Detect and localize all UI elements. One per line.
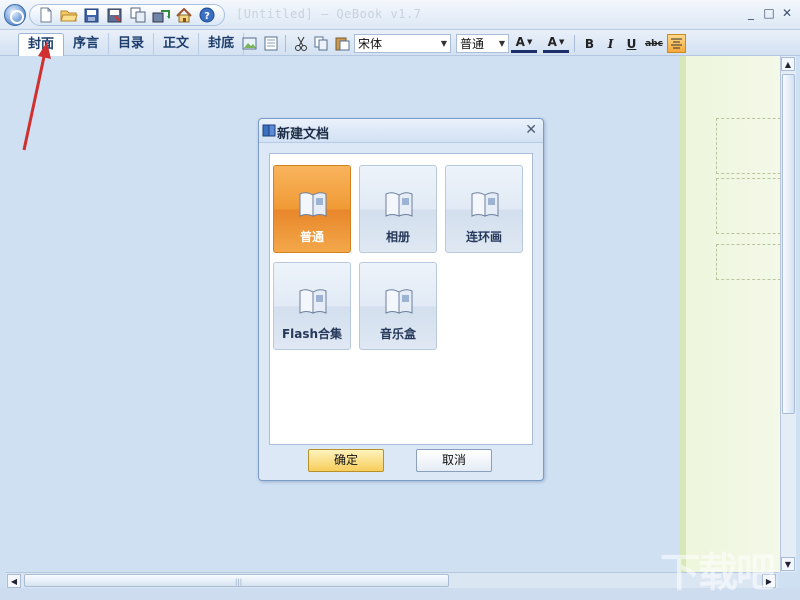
annotation-arrow-icon: [18, 40, 58, 155]
home-button[interactable]: [174, 6, 193, 24]
horizontal-scroll-thumb[interactable]: |||: [24, 574, 449, 587]
window-title: [Untitled] — QeBook v1.7: [236, 7, 421, 21]
template-label: 音乐盒: [360, 325, 436, 342]
new-document-dialog: 新建文档 ✕ 普通 相册 连环画 Flash合集 音乐盒 确定 取消: [258, 118, 544, 481]
page-icon: [264, 36, 278, 51]
chevron-down-icon: ▼: [441, 39, 447, 48]
cut-button[interactable]: [291, 34, 310, 53]
publish-button[interactable]: [151, 6, 170, 24]
template-list: 普通 相册 连环画 Flash合集 音乐盒: [269, 153, 533, 445]
highlight-color-button[interactable]: A▼: [543, 34, 569, 53]
thumbnail-slot[interactable]: [716, 178, 786, 234]
dialog-title-bar: 新建文档 ✕: [259, 119, 543, 143]
vertical-scroll-thumb[interactable]: [782, 74, 795, 414]
dialog-close-button[interactable]: ✕: [525, 122, 537, 138]
template-label: 相册: [360, 228, 436, 245]
book-icon: [299, 288, 327, 314]
open-button[interactable]: [59, 6, 78, 24]
strikethrough-button[interactable]: abc: [643, 34, 665, 53]
align-button[interactable]: [667, 34, 686, 53]
thumbnail-slot[interactable]: [716, 244, 786, 280]
book-icon: [471, 191, 499, 217]
watermark: 下载吧: [660, 540, 774, 598]
insert-page-button[interactable]: [261, 34, 280, 53]
ok-button[interactable]: 确定: [308, 449, 384, 472]
book-icon: [299, 191, 327, 217]
book-icon: [262, 123, 276, 137]
template-label: Flash合集: [274, 325, 350, 342]
align-center-icon: [670, 37, 683, 50]
help-icon: ?: [199, 7, 215, 23]
tab-back-cover[interactable]: 封底: [199, 33, 244, 56]
minimize-button[interactable]: _: [744, 6, 758, 20]
font-color-icon: A: [516, 35, 525, 49]
font-style-value: 普通: [460, 35, 484, 52]
svg-text:?: ?: [204, 11, 210, 22]
save-as-button[interactable]: [105, 6, 124, 24]
scroll-left-icon[interactable]: ◀: [7, 574, 21, 588]
bold-button[interactable]: B: [580, 34, 599, 53]
app-menu-button[interactable]: [4, 4, 26, 26]
copy-button[interactable]: [128, 6, 147, 24]
dialog-title: 新建文档: [277, 123, 329, 142]
publish-icon: [152, 7, 170, 23]
font-color-button[interactable]: A▼: [511, 34, 537, 53]
new-icon: [39, 7, 53, 23]
template-music-box[interactable]: 音乐盒: [359, 262, 437, 350]
font-name-select[interactable]: 宋体 ▼: [354, 34, 451, 53]
save-button[interactable]: [82, 6, 101, 24]
book-icon: [385, 191, 413, 217]
insert-picture-button[interactable]: [240, 34, 259, 53]
vertical-scrollbar[interactable]: ▲ ▼: [780, 56, 796, 572]
underline-button[interactable]: U: [622, 34, 641, 53]
save-as-icon: [107, 8, 122, 23]
chevron-down-icon: ▼: [499, 39, 505, 48]
chevron-down-icon: ▼: [559, 38, 564, 46]
template-comic[interactable]: 连环画: [445, 165, 523, 253]
close-button[interactable]: ✕: [780, 6, 794, 20]
cancel-button[interactable]: 取消: [416, 449, 492, 472]
copy-icon: [314, 36, 329, 51]
tab-contents[interactable]: 目录: [109, 33, 154, 56]
scroll-up-icon[interactable]: ▲: [781, 57, 795, 71]
copy-icon: [130, 7, 146, 23]
home-icon: [176, 8, 192, 23]
paste-button[interactable]: [333, 34, 352, 53]
toolbar-separator: [285, 35, 286, 52]
save-icon: [84, 8, 99, 23]
format-toolbar: 宋体 ▼ 普通 ▼ A▼ A▼ B I U abc: [240, 33, 686, 54]
font-style-select[interactable]: 普通 ▼: [456, 34, 509, 53]
tab-preface[interactable]: 序言: [64, 33, 109, 56]
paste-icon: [335, 36, 350, 51]
template-normal[interactable]: 普通: [273, 165, 351, 253]
ribbon-row: 封面 序言 目录 正文 封底 宋体 ▼ 普通 ▼ A▼: [0, 30, 800, 56]
maximize-button[interactable]: □: [762, 6, 776, 20]
chevron-down-icon: ▼: [527, 38, 532, 46]
tab-body[interactable]: 正文: [154, 33, 199, 56]
copy-format-button[interactable]: [312, 34, 331, 53]
quick-access-toolbar: ?: [29, 4, 225, 26]
toolbar-separator: [574, 35, 575, 52]
grip-icon: |||: [235, 578, 242, 586]
open-folder-icon: [60, 8, 78, 22]
book-icon: [385, 288, 413, 314]
scroll-down-icon[interactable]: ▼: [781, 557, 795, 571]
new-document-button[interactable]: [36, 6, 55, 24]
picture-icon: [242, 36, 257, 51]
title-bar: ? [Untitled] — QeBook v1.7 _ □ ✕: [0, 0, 800, 30]
template-album[interactable]: 相册: [359, 165, 437, 253]
template-label: 普通: [274, 228, 350, 245]
font-name-value: 宋体: [358, 35, 382, 52]
scissors-icon: [294, 36, 308, 51]
highlight-icon: A: [548, 35, 557, 49]
help-button[interactable]: ?: [197, 6, 216, 24]
thumbnail-slot[interactable]: [716, 118, 786, 174]
template-flash-collection[interactable]: Flash合集: [273, 262, 351, 350]
italic-button[interactable]: I: [601, 34, 620, 53]
page-thumbnail-panel: [680, 56, 780, 572]
template-label: 连环画: [446, 228, 522, 245]
